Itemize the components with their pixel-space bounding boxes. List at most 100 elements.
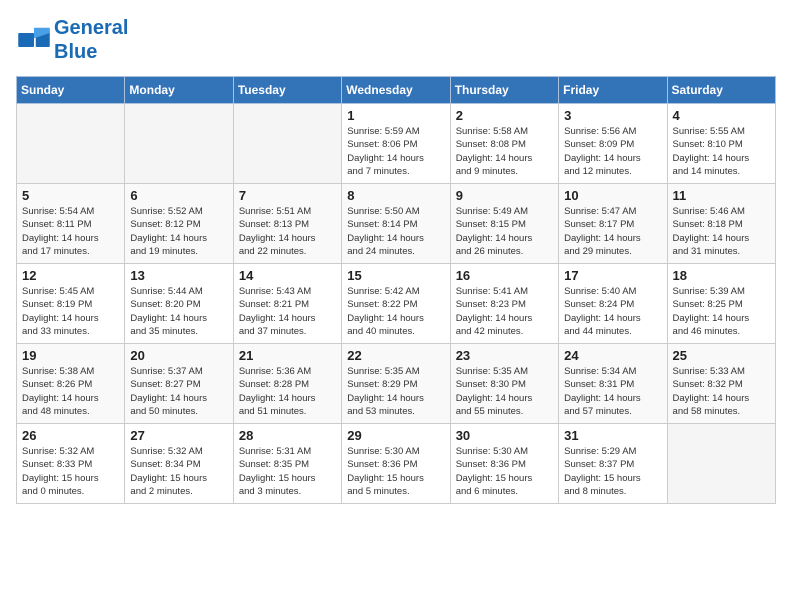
day-number: 1: [347, 108, 444, 123]
day-number: 20: [130, 348, 227, 363]
day-info: Sunrise: 5:29 AMSunset: 8:37 PMDaylight:…: [564, 445, 661, 498]
day-info: Sunrise: 5:35 AMSunset: 8:29 PMDaylight:…: [347, 365, 444, 418]
calendar-cell: 2Sunrise: 5:58 AMSunset: 8:08 PMDaylight…: [450, 104, 558, 184]
day-number: 21: [239, 348, 336, 363]
calendar-cell: 22Sunrise: 5:35 AMSunset: 8:29 PMDayligh…: [342, 344, 450, 424]
day-info: Sunrise: 5:38 AMSunset: 8:26 PMDaylight:…: [22, 365, 119, 418]
calendar-cell: 5 Sunrise: 5:54 AMSunset: 8:11 PMDaylight…: [17, 184, 125, 264]
day-number: 27: [130, 428, 227, 443]
day-info: Sunrise: 5:33 AMSunset: 8:32 PMDaylight:…: [673, 365, 770, 418]
day-info: Sunrise: 5:52 AMSunset: 8:12 PMDaylight:…: [130, 205, 227, 258]
day-info: Sunrise: 5:46 AMSunset: 8:18 PMDaylight:…: [673, 205, 770, 258]
day-number: 13: [130, 268, 227, 283]
day-info: Sunrise: 5:42 AMSunset: 8:22 PMDaylight:…: [347, 285, 444, 338]
day-number: 15: [347, 268, 444, 283]
day-info: Sunrise: 5:50 AMSunset: 8:14 PMDaylight:…: [347, 205, 444, 258]
calendar-cell: [233, 104, 341, 184]
calendar-cell: 16 Sunrise: 5:41 AMSunset: 8:23 PMDayligh…: [450, 264, 558, 344]
day-number: 12: [22, 268, 119, 283]
calendar-cell: [125, 104, 233, 184]
day-number: 29: [347, 428, 444, 443]
calendar-cell: 19 Sunrise: 5:38 AMSunset: 8:26 PMDayligh…: [17, 344, 125, 424]
day-info: Sunrise: 5:34 AMSunset: 8:31 PMDaylight:…: [564, 365, 661, 418]
day-info: Sunrise: 5:30 AMSunset: 8:36 PMDaylight:…: [456, 445, 553, 498]
day-number: 25: [673, 348, 770, 363]
calendar-cell: 15 Sunrise: 5:42 AMSunset: 8:22 PMDayligh…: [342, 264, 450, 344]
day-number: 23: [456, 348, 553, 363]
column-header-saturday: Saturday: [667, 77, 775, 104]
calendar-cell: 31 Sunrise: 5:29 AMSunset: 8:37 PMDayligh…: [559, 424, 667, 504]
day-info: Sunrise: 5:30 AMSunset: 8:36 PMDaylight:…: [347, 445, 444, 498]
calendar-cell: 28 Sunrise: 5:31 AMSunset: 8:35 PMDayligh…: [233, 424, 341, 504]
day-number: 18: [673, 268, 770, 283]
day-info: Sunrise: 5:54 AMSunset: 8:11 PMDaylight:…: [22, 205, 119, 258]
day-number: 19: [22, 348, 119, 363]
day-info: Sunrise: 5:40 AMSunset: 8:24 PMDaylight:…: [564, 285, 661, 338]
day-info: Sunrise: 5:32 AMSunset: 8:33 PMDaylight:…: [22, 445, 119, 498]
day-number: 30: [456, 428, 553, 443]
day-info: Sunrise: 5:32 AMSunset: 8:34 PMDaylight:…: [130, 445, 227, 498]
day-number: 2: [456, 108, 553, 123]
calendar-cell: 23 Sunrise: 5:35 AMSunset: 8:30 PMDayligh…: [450, 344, 558, 424]
calendar-week-3: 12 Sunrise: 5:45 AMSunset: 8:19 PMDayligh…: [17, 264, 776, 344]
day-number: 5: [22, 188, 119, 203]
day-info: Sunrise: 5:36 AMSunset: 8:28 PMDaylight:…: [239, 365, 336, 418]
day-info: Sunrise: 5:41 AMSunset: 8:23 PMDaylight:…: [456, 285, 553, 338]
calendar-header-row: SundayMondayTuesdayWednesdayThursdayFrid…: [17, 77, 776, 104]
calendar-table: SundayMondayTuesdayWednesdayThursdayFrid…: [16, 76, 776, 504]
calendar-cell: [667, 424, 775, 504]
calendar-cell: 13Sunrise: 5:44 AMSunset: 8:20 PMDayligh…: [125, 264, 233, 344]
calendar-cell: 4Sunrise: 5:55 AMSunset: 8:10 PMDaylight…: [667, 104, 775, 184]
calendar-cell: 6 Sunrise: 5:52 AMSunset: 8:12 PMDaylight…: [125, 184, 233, 264]
day-number: 16: [456, 268, 553, 283]
calendar-week-1: 1 Sunrise: 5:59 AMSunset: 8:06 PMDaylight…: [17, 104, 776, 184]
calendar-cell: 26 Sunrise: 5:32 AMSunset: 8:33 PMDayligh…: [17, 424, 125, 504]
calendar-cell: 24Sunrise: 5:34 AMSunset: 8:31 PMDayligh…: [559, 344, 667, 424]
day-info: Sunrise: 5:37 AMSunset: 8:27 PMDaylight:…: [130, 365, 227, 418]
calendar-cell: 12 Sunrise: 5:45 AMSunset: 8:19 PMDayligh…: [17, 264, 125, 344]
calendar-cell: 11 Sunrise: 5:46 AMSunset: 8:18 PMDayligh…: [667, 184, 775, 264]
calendar-cell: 7 Sunrise: 5:51 AMSunset: 8:13 PMDaylight…: [233, 184, 341, 264]
day-number: 3: [564, 108, 661, 123]
day-number: 6: [130, 188, 227, 203]
calendar-cell: 30 Sunrise: 5:30 AMSunset: 8:36 PMDayligh…: [450, 424, 558, 504]
column-header-tuesday: Tuesday: [233, 77, 341, 104]
day-number: 11: [673, 188, 770, 203]
logo: General Blue: [16, 16, 128, 64]
calendar-cell: 18 Sunrise: 5:39 AMSunset: 8:25 PMDayligh…: [667, 264, 775, 344]
day-info: Sunrise: 5:43 AMSunset: 8:21 PMDaylight:…: [239, 285, 336, 338]
day-number: 10: [564, 188, 661, 203]
column-header-monday: Monday: [125, 77, 233, 104]
day-info: Sunrise: 5:49 AMSunset: 8:15 PMDaylight:…: [456, 205, 553, 258]
column-header-sunday: Sunday: [17, 77, 125, 104]
day-number: 9: [456, 188, 553, 203]
day-info: Sunrise: 5:39 AMSunset: 8:25 PMDaylight:…: [673, 285, 770, 338]
day-number: 26: [22, 428, 119, 443]
day-number: 14: [239, 268, 336, 283]
calendar-cell: 3Sunrise: 5:56 AMSunset: 8:09 PMDaylight…: [559, 104, 667, 184]
page-header: General Blue: [16, 16, 776, 64]
logo-text: General Blue: [54, 16, 128, 64]
calendar-week-2: 5 Sunrise: 5:54 AMSunset: 8:11 PMDaylight…: [17, 184, 776, 264]
day-number: 17: [564, 268, 661, 283]
logo-icon: [16, 26, 52, 54]
day-info: Sunrise: 5:47 AMSunset: 8:17 PMDaylight:…: [564, 205, 661, 258]
day-number: 8: [347, 188, 444, 203]
day-info: Sunrise: 5:51 AMSunset: 8:13 PMDaylight:…: [239, 205, 336, 258]
calendar-cell: 21 Sunrise: 5:36 AMSunset: 8:28 PMDayligh…: [233, 344, 341, 424]
day-number: 7: [239, 188, 336, 203]
calendar-cell: 29 Sunrise: 5:30 AMSunset: 8:36 PMDayligh…: [342, 424, 450, 504]
day-info: Sunrise: 5:31 AMSunset: 8:35 PMDaylight:…: [239, 445, 336, 498]
day-info: Sunrise: 5:45 AMSunset: 8:19 PMDaylight:…: [22, 285, 119, 338]
day-info: Sunrise: 5:55 AMSunset: 8:10 PMDaylight:…: [673, 125, 770, 178]
calendar-week-4: 19 Sunrise: 5:38 AMSunset: 8:26 PMDayligh…: [17, 344, 776, 424]
day-info: Sunrise: 5:35 AMSunset: 8:30 PMDaylight:…: [456, 365, 553, 418]
calendar-cell: 8 Sunrise: 5:50 AMSunset: 8:14 PMDaylight…: [342, 184, 450, 264]
calendar-cell: 9 Sunrise: 5:49 AMSunset: 8:15 PMDaylight…: [450, 184, 558, 264]
calendar-cell: 25 Sunrise: 5:33 AMSunset: 8:32 PMDayligh…: [667, 344, 775, 424]
day-info: Sunrise: 5:59 AMSunset: 8:06 PMDaylight:…: [347, 125, 444, 178]
day-number: 28: [239, 428, 336, 443]
calendar-cell: 17 Sunrise: 5:40 AMSunset: 8:24 PMDayligh…: [559, 264, 667, 344]
day-number: 31: [564, 428, 661, 443]
column-header-wednesday: Wednesday: [342, 77, 450, 104]
